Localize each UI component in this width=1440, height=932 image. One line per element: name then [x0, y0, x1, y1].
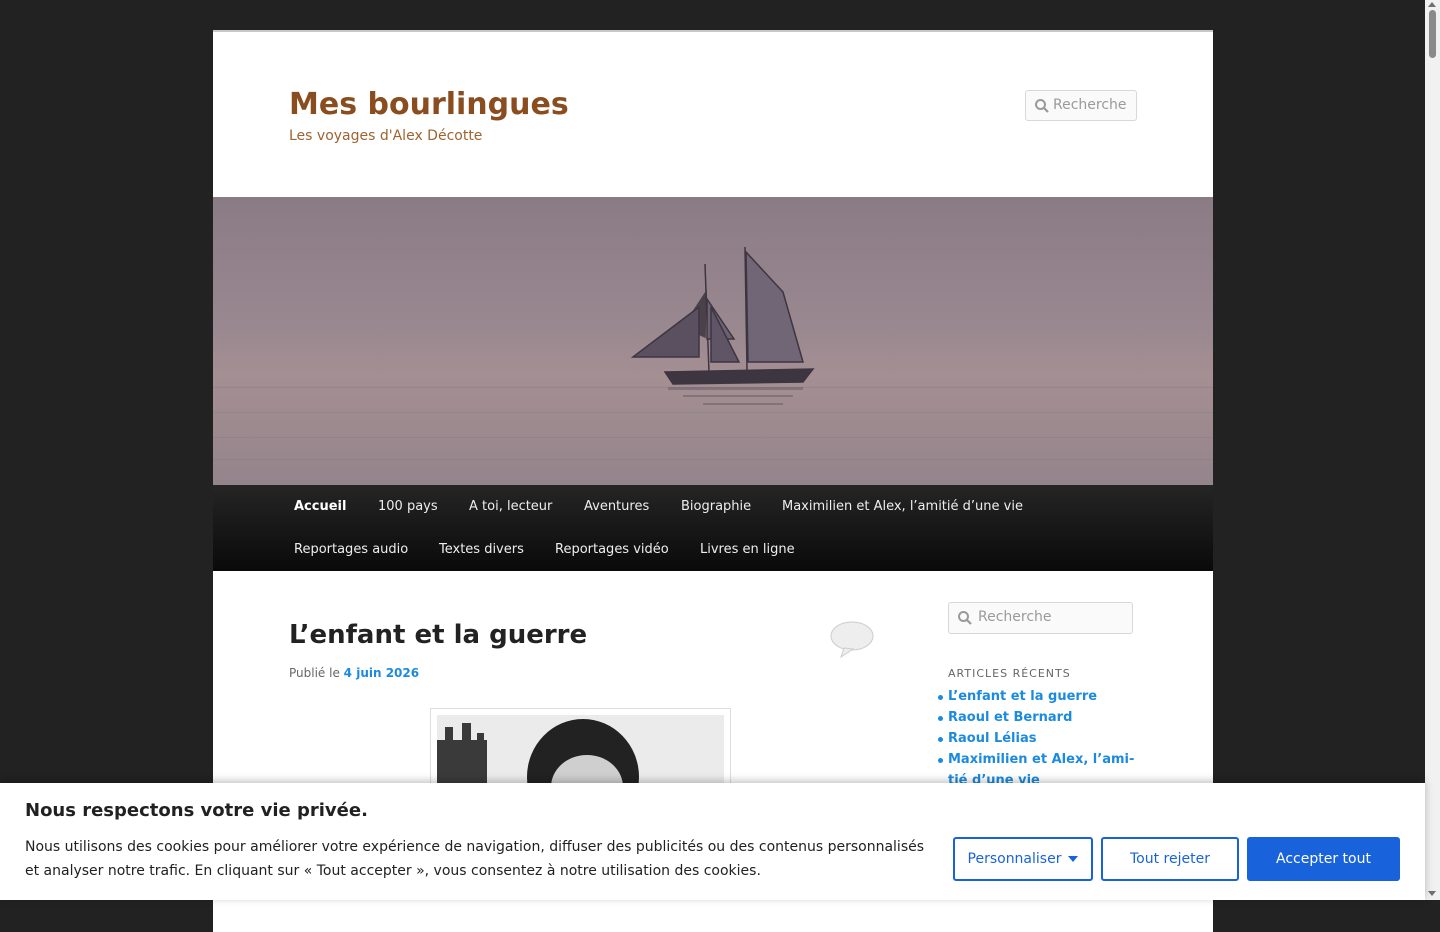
accept-all-button[interactable]: Accepter tout — [1247, 837, 1400, 881]
cookie-title: Nous respectons votre vie privée. — [25, 800, 368, 821]
site-title[interactable]: Mes bourlingues — [289, 87, 569, 122]
reject-all-button[interactable]: Tout rejeter — [1101, 837, 1239, 881]
main-navigation: Accueil 100 pays A toi, lecteur Aventure… — [213, 485, 1213, 571]
recent-post-link[interactable]: Raoul Lélias — [938, 728, 1148, 749]
accept-all-label: Accepter tout — [1276, 851, 1371, 867]
article-title[interactable]: L’enfant et la guerre — [289, 620, 587, 650]
search-icon — [1035, 99, 1049, 113]
nav-item-reportages-audio[interactable]: Reportages audio — [294, 542, 408, 557]
site-description: Les voyages d'Alex Décotte — [289, 128, 483, 144]
recent-post-link[interactable]: L’enfant et la guerre — [938, 686, 1148, 707]
sidebar-search-placeholder: Recherche — [978, 609, 1052, 625]
cookie-text: Nous utilisons des cookies pour améliore… — [25, 839, 925, 879]
nav-item-maximilien-et-alex[interactable]: Maximilien et Alex, l’amitié d’une vie — [782, 499, 1023, 514]
chevron-down-icon — [1068, 856, 1079, 862]
scroll-down-arrow-icon[interactable] — [1428, 891, 1436, 896]
post-date-link[interactable]: 4 juin 2026 — [344, 666, 419, 680]
customize-button[interactable]: Personnaliser — [953, 837, 1093, 881]
posted-prefix: Publié le — [289, 666, 340, 680]
recent-posts-title: ARTICLES RÉCENTS — [948, 667, 1071, 680]
sidebar-search-input[interactable]: Recherche — [948, 602, 1133, 634]
nav-item-accueil[interactable]: Accueil — [294, 499, 346, 514]
nav-item-a-toi-lecteur[interactable]: A toi, lecteur — [469, 499, 552, 514]
recent-post-link[interactable]: Raoul et Bernard — [938, 707, 1148, 728]
nav-item-aventures[interactable]: Aventures — [584, 499, 649, 514]
recent-post-link[interactable]: Maximilien et Alex, l’ami- — [938, 749, 1148, 770]
header-search-placeholder: Recherche — [1053, 97, 1127, 113]
reject-all-label: Tout rejeter — [1130, 851, 1210, 867]
cookie-consent-banner: Nous respectons votre vie privée. Nous u… — [0, 783, 1425, 900]
search-icon — [958, 611, 972, 625]
posted-on: Publié le 4 juin 2026 — [289, 666, 419, 680]
customize-button-label: Personnaliser — [967, 851, 1062, 867]
nav-item-textes-divers[interactable]: Textes divers — [439, 542, 524, 557]
nav-item-reportages-video[interactable]: Reportages vidéo — [555, 542, 669, 557]
nav-item-100-pays[interactable]: 100 pays — [378, 499, 438, 514]
sailboat-banner — [213, 197, 1213, 485]
page-scrollbar[interactable] — [1425, 0, 1440, 900]
header-banner-image — [213, 197, 1213, 485]
recent-posts-list: L’enfant et la guerre Raoul et Bernard R… — [938, 686, 1148, 791]
nav-item-livres-en-ligne[interactable]: Livres en ligne — [700, 542, 795, 557]
scroll-up-arrow-icon[interactable] — [1428, 2, 1436, 7]
comment-bubble-icon[interactable] — [829, 620, 875, 660]
scrollbar-thumb[interactable] — [1429, 10, 1436, 58]
header-search-input[interactable]: Recherche — [1025, 90, 1137, 121]
nav-item-biographie[interactable]: Biographie — [681, 499, 751, 514]
